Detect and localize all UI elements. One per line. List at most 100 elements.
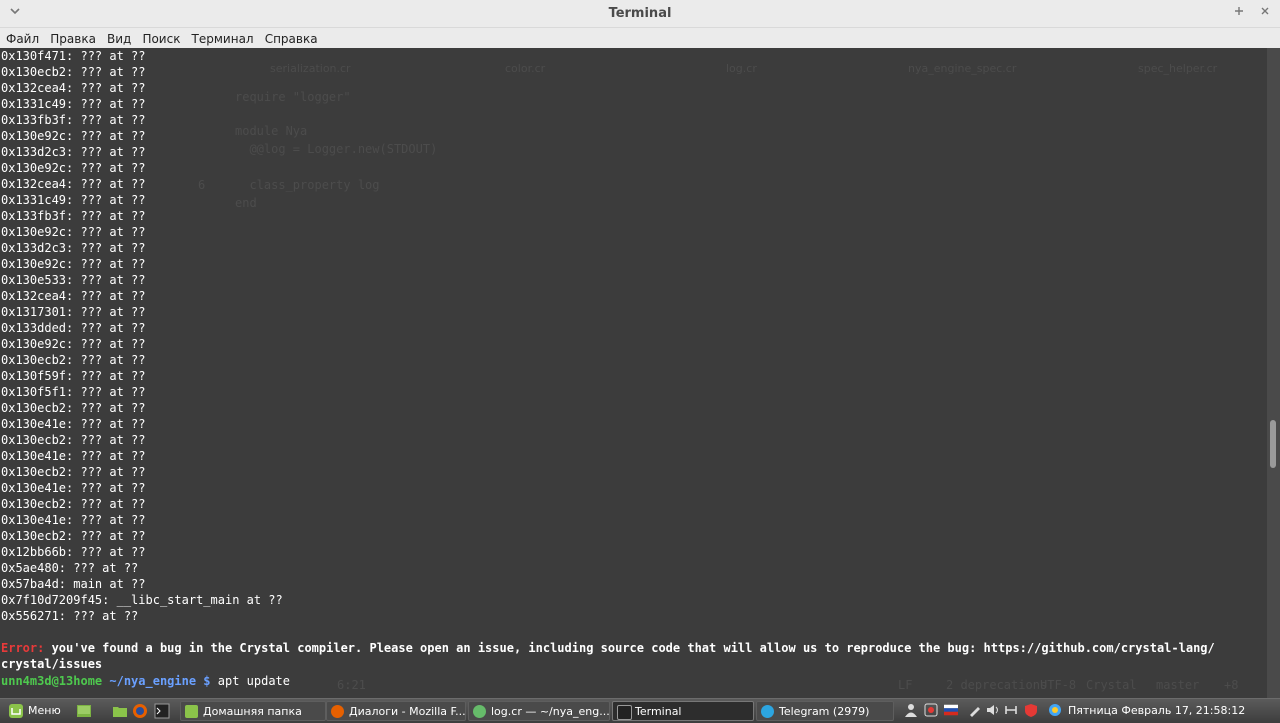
menu-terminal[interactable]: Терминал [186, 31, 254, 47]
taskbar-window-label: log.cr — ~/nya_eng... [491, 705, 610, 718]
error-text-line2: crystal/issues [1, 657, 103, 671]
folder-icon [185, 705, 198, 718]
ghost-status: UTF-8 [1040, 678, 1077, 692]
trace-line: 0x130e41e: ??? at ?? [1, 417, 146, 431]
trace-line: 0x132cea4: ??? at ?? [1, 81, 146, 95]
start-menu-button[interactable]: Меню [6, 701, 70, 721]
window-title: Terminal [608, 6, 672, 21]
launcher-firefox[interactable] [132, 701, 150, 721]
menu-help[interactable]: Справка [259, 31, 318, 47]
taskbar-window-telegram[interactable]: Telegram (2979) [756, 701, 894, 721]
trace-line: 0x133dded: ??? at ?? [1, 321, 146, 335]
launcher-files[interactable] [112, 701, 130, 721]
trace-line: 0x130ecb2: ??? at ?? [1, 353, 146, 367]
trace-line: 0x130e92c: ??? at ?? [1, 225, 146, 239]
display-icon[interactable] [924, 703, 938, 717]
menu-edit[interactable]: Правка [44, 31, 96, 47]
desktop-icon [77, 705, 91, 717]
network-icon[interactable] [1004, 703, 1018, 717]
trace-line: 0x130e533: ??? at ?? [1, 273, 146, 287]
prompt-command[interactable]: apt update [211, 674, 290, 688]
atom-icon [473, 705, 486, 718]
ghost-status: +8 [1224, 678, 1239, 692]
error-label: Error: [1, 641, 45, 655]
taskbar-window-home-folder[interactable]: Домашняя папка [180, 701, 326, 721]
firefox-icon [331, 705, 344, 718]
trace-line: 0x57ba4d: main at ?? [1, 577, 146, 591]
taskbar-window-atom[interactable]: log.cr — ~/nya_eng... [468, 701, 610, 721]
trace-line: 0x133d2c3: ??? at ?? [1, 145, 146, 159]
trace-line: 0x133fb3f: ??? at ?? [1, 113, 146, 127]
trace-line: 0x130ecb2: ??? at ?? [1, 433, 146, 447]
maximize-button[interactable] [1230, 4, 1248, 22]
trace-line: 0x133d2c3: ??? at ?? [1, 241, 146, 255]
trace-line: 0x130f5f1: ??? at ?? [1, 385, 146, 399]
trace-line: 0x7f10d7209f45: __libc_start_main at ?? [1, 593, 283, 607]
pen-icon[interactable] [968, 703, 982, 717]
menubar: Файл Правка Вид Поиск Терминал Справка [0, 28, 1280, 48]
ghost-status: master [1156, 678, 1200, 692]
clock[interactable]: Пятница Февраль 17, 21:58:12 [1068, 701, 1245, 721]
close-button[interactable] [1256, 4, 1274, 22]
ghost-tab: color.cr [505, 62, 546, 75]
folder-icon [113, 707, 127, 717]
update-icon[interactable] [1048, 703, 1062, 717]
ghost-status: LF [898, 678, 913, 692]
ghost-tab: log.cr [726, 62, 757, 75]
ghost-tab: nya_engine_spec.cr [908, 62, 1017, 75]
telegram-icon [761, 705, 774, 718]
error-message: Error: you've found a bug in the Crystal… [1, 640, 1215, 672]
menu-view[interactable]: Вид [101, 31, 131, 47]
taskbar: Меню Домашняя папка Диалоги - Mozilla F.… [0, 698, 1280, 723]
taskbar-window-label: Terminal [635, 705, 682, 718]
ghost-status: 2 deprecations [946, 678, 1048, 692]
error-text-line1: you've found a bug in the Crystal compil… [44, 641, 1215, 655]
trace-line: 0x130e92c: ??? at ?? [1, 337, 146, 351]
shield-icon[interactable] [1024, 703, 1038, 717]
text-cursor [290, 672, 297, 685]
trace-line: 0x556271: ??? at ?? [1, 609, 139, 623]
window-titlebar: Terminal [0, 0, 1280, 28]
volume-icon[interactable] [986, 703, 1000, 717]
ghost-status: 6:21 [337, 678, 366, 692]
trace-line: 0x133fb3f: ??? at ?? [1, 209, 146, 223]
start-menu-label: Меню [28, 704, 61, 717]
trace-line: 0x130ecb2: ??? at ?? [1, 401, 146, 415]
trace-line: 0x130ecb2: ??? at ?? [1, 497, 146, 511]
ghost-tab: spec_helper.cr [1138, 62, 1218, 75]
taskbar-window-terminal[interactable]: Terminal [612, 701, 754, 721]
show-desktop-button[interactable] [76, 701, 94, 721]
ghost-status: Crystal [1086, 678, 1137, 692]
shell-prompt[interactable]: unn4m3d@13home ~/nya_engine $ apt update [1, 672, 297, 689]
menu-file[interactable]: Файл [0, 31, 39, 47]
trace-line: 0x1317301: ??? at ?? [1, 305, 146, 319]
terminal-scrollbar[interactable] [1267, 48, 1280, 698]
plus-icon [1235, 7, 1243, 15]
trace-line: 0x1331c49: ??? at ?? [1, 193, 146, 207]
terminal-icon [617, 705, 632, 720]
scrollbar-thumb[interactable] [1270, 420, 1276, 468]
trace-line: 0x130e41e: ??? at ?? [1, 449, 146, 463]
trace-line: 0x1331c49: ??? at ?? [1, 97, 146, 111]
taskbar-window-label: Telegram (2979) [779, 705, 870, 718]
stack-trace: 0x130f471: ??? at ?? 0x130ecb2: ??? at ??… [1, 48, 283, 624]
trace-line: 0x12bb66b: ??? at ?? [1, 545, 146, 559]
launcher-terminal[interactable] [154, 701, 172, 721]
firefox-icon [133, 704, 147, 718]
trace-line: 0x132cea4: ??? at ?? [1, 177, 146, 191]
user-icon[interactable] [904, 703, 918, 717]
terminal-output[interactable]: serialization.cr color.cr log.cr nya_eng… [0, 48, 1267, 698]
trace-line: 0x130ecb2: ??? at ?? [1, 65, 146, 79]
menu-search[interactable]: Поиск [136, 31, 180, 47]
prompt-user: unn4m3d@13home [1, 674, 103, 688]
taskbar-window-firefox[interactable]: Диалоги - Mozilla F... [326, 701, 466, 721]
trace-line: 0x130ecb2: ??? at ?? [1, 465, 146, 479]
trace-line: 0x130f59f: ??? at ?? [1, 369, 146, 383]
trace-line: 0x130e41e: ??? at ?? [1, 513, 146, 527]
trace-line: 0x130e41e: ??? at ?? [1, 481, 146, 495]
trace-line: 0x130e92c: ??? at ?? [1, 129, 146, 143]
trace-line: 0x132cea4: ??? at ?? [1, 289, 146, 303]
trace-line: 0x130ecb2: ??? at ?? [1, 529, 146, 543]
trace-line: 0x130e92c: ??? at ?? [1, 257, 146, 271]
flag-ru-icon[interactable] [944, 703, 958, 717]
